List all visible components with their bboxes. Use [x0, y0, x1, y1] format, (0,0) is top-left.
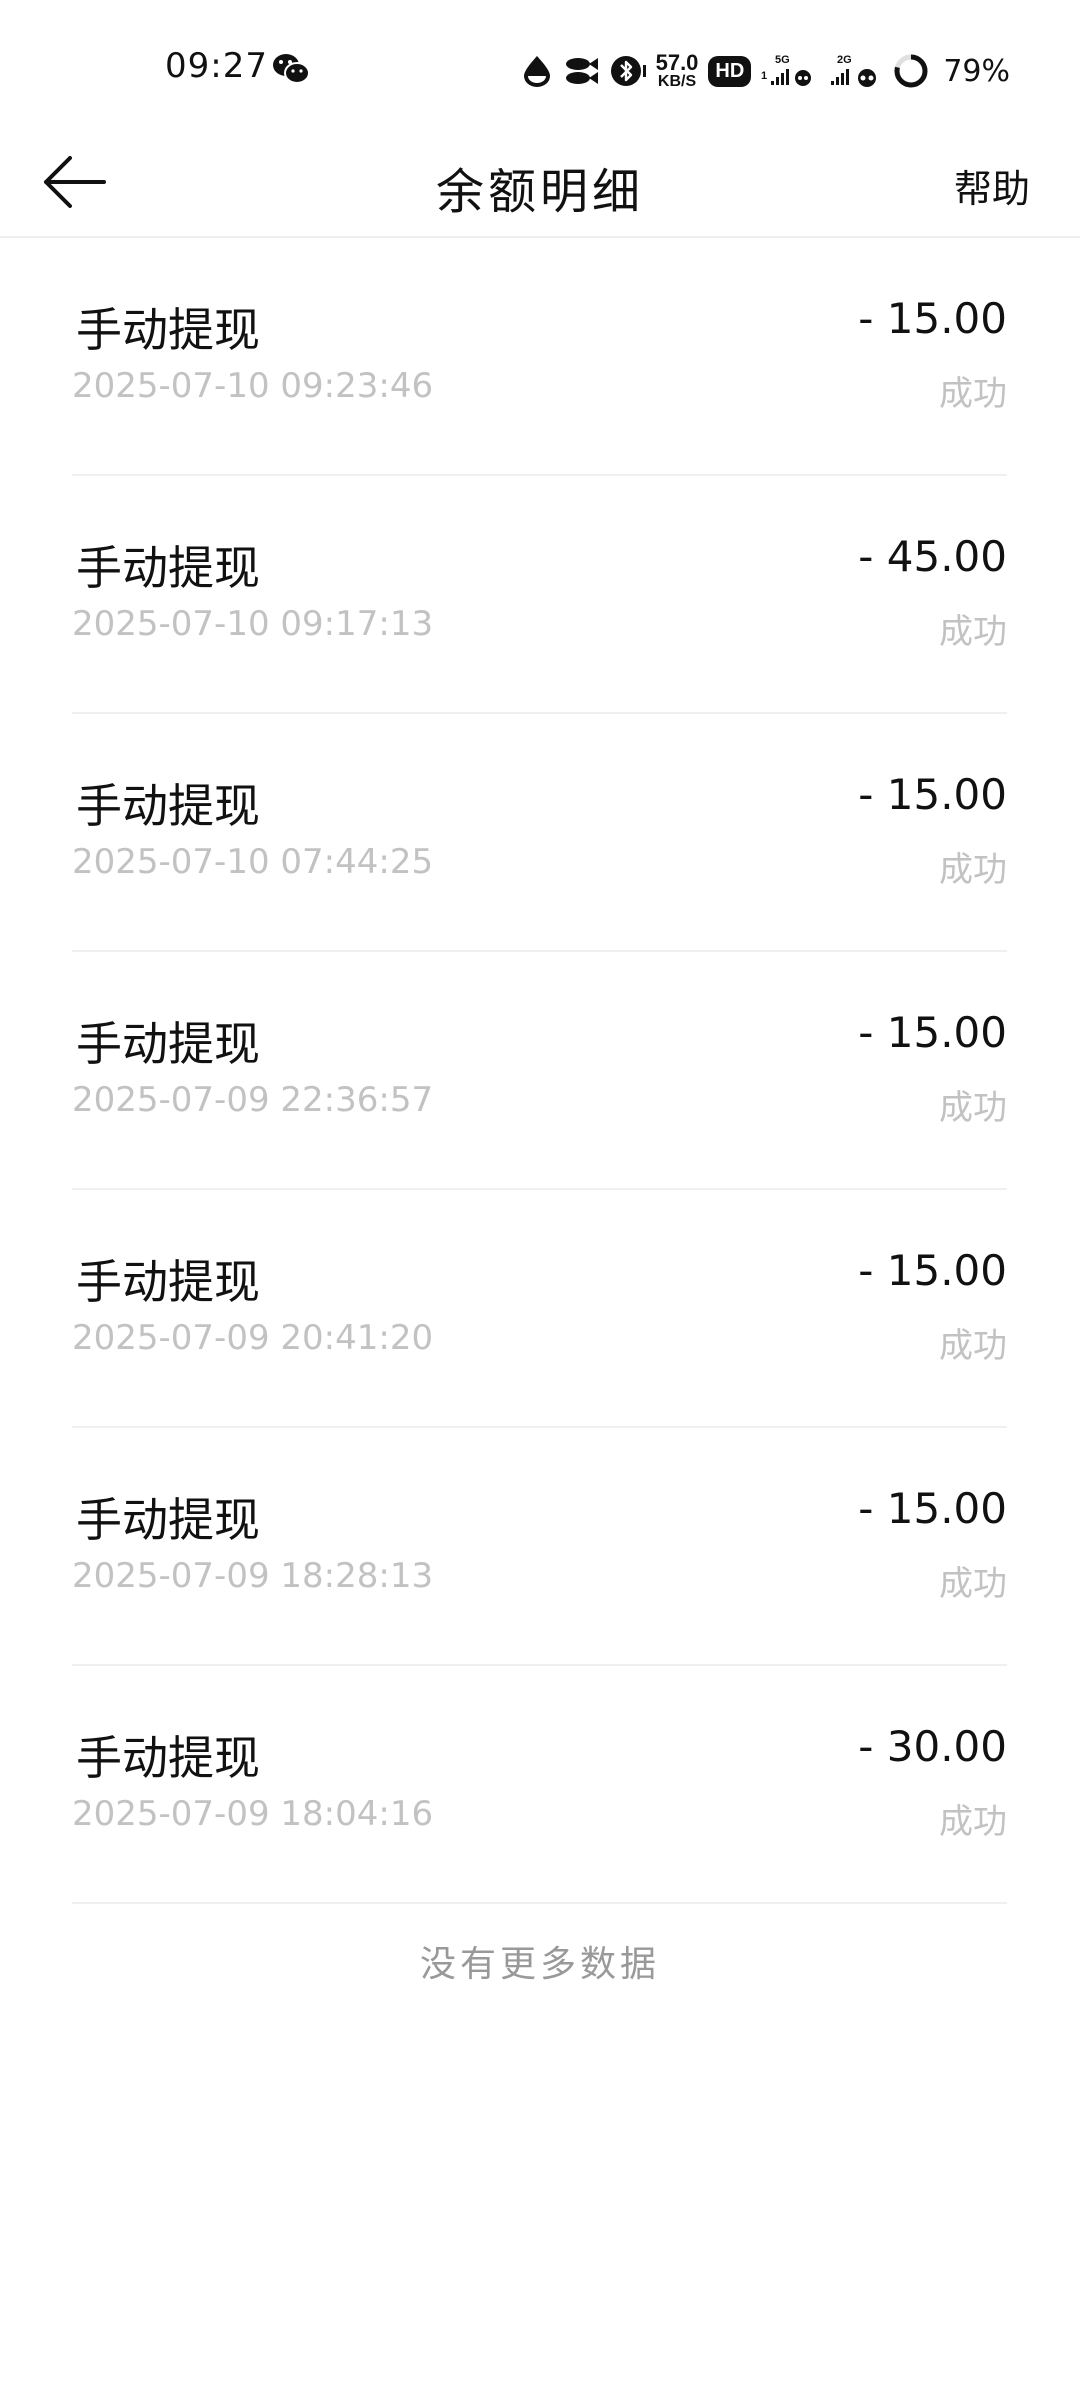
transaction-status: 成功 — [939, 1802, 1007, 1842]
net-speed: 57.0 KB/S — [656, 52, 699, 90]
status-time: 09:27 — [165, 46, 268, 86]
transaction-amount: - 15.00 — [858, 1484, 1007, 1533]
sim1-index: 1 — [761, 70, 767, 82]
transaction-row[interactable]: 手动提现 - 45.00 2025-07-10 09:17:13 成功 — [72, 476, 1007, 714]
transaction-amount: - 45.00 — [858, 532, 1007, 581]
help-button[interactable]: 帮助 — [954, 158, 1030, 213]
status-bar: 09:27 57.0 KB/S HD 5G 1 2G 79% — [0, 0, 1080, 130]
net-speed-value: 57.0 — [655, 50, 699, 75]
bluetooth-icon — [610, 53, 646, 89]
transaction-status: 成功 — [939, 374, 1007, 414]
transaction-amount: - 15.00 — [858, 1008, 1007, 1057]
transaction-amount: - 15.00 — [858, 294, 1007, 343]
battery-percentage: 79% — [943, 53, 1010, 89]
transaction-title: 手动提现 — [76, 541, 260, 595]
no-more-data-label: 没有更多数据 — [419, 1944, 660, 1985]
fish-icon — [562, 55, 600, 87]
transaction-status: 成功 — [939, 612, 1007, 652]
sim1-network-label: 5G — [775, 54, 790, 66]
status-icons: 57.0 KB/S HD 5G 1 2G 79% — [522, 46, 1010, 96]
transaction-row[interactable]: 手动提现 - 15.00 2025-07-10 09:23:46 成功 — [72, 238, 1007, 476]
signal-icon: 2G — [827, 53, 883, 89]
signal-icon: 5G 1 — [761, 53, 817, 89]
transaction-list: 手动提现 - 15.00 2025-07-10 09:23:46 成功 手动提现… — [72, 238, 1007, 1904]
transaction-status: 成功 — [939, 1326, 1007, 1366]
sim2-network-label: 2G — [837, 54, 852, 66]
transaction-row[interactable]: 手动提现 - 15.00 2025-07-09 22:36:57 成功 — [72, 952, 1007, 1190]
transaction-time: 2025-07-10 09:23:46 — [72, 366, 434, 406]
transaction-row[interactable]: 手动提现 - 15.00 2025-07-10 07:44:25 成功 — [72, 714, 1007, 952]
transaction-title: 手动提现 — [76, 303, 260, 357]
net-speed-unit: KB/S — [657, 73, 697, 90]
transaction-amount: - 15.00 — [858, 1246, 1007, 1295]
transaction-time: 2025-07-10 09:17:13 — [72, 604, 434, 644]
battery-ring-icon — [893, 53, 929, 89]
transaction-amount: - 30.00 — [858, 1722, 1007, 1771]
transaction-status: 成功 — [939, 1088, 1007, 1128]
drop-icon — [522, 54, 552, 88]
transaction-time: 2025-07-09 18:28:13 — [72, 1556, 434, 1596]
transaction-time: 2025-07-09 18:04:16 — [72, 1794, 434, 1834]
transaction-time: 2025-07-10 07:44:25 — [72, 842, 434, 882]
transaction-title: 手动提现 — [76, 1017, 260, 1071]
transaction-title: 手动提现 — [76, 1493, 260, 1547]
transaction-title: 手动提现 — [76, 779, 260, 833]
transaction-status: 成功 — [939, 850, 1007, 890]
hd-badge: HD — [708, 55, 752, 87]
transaction-time: 2025-07-09 22:36:57 — [72, 1080, 434, 1120]
transaction-status: 成功 — [939, 1564, 1007, 1604]
transaction-title: 手动提现 — [76, 1255, 260, 1309]
transaction-title: 手动提现 — [76, 1731, 260, 1785]
transaction-row[interactable]: 手动提现 - 30.00 2025-07-09 18:04:16 成功 — [72, 1666, 1007, 1904]
transaction-row[interactable]: 手动提现 - 15.00 2025-07-09 20:41:20 成功 — [72, 1190, 1007, 1428]
transaction-row[interactable]: 手动提现 - 15.00 2025-07-09 18:28:13 成功 — [72, 1428, 1007, 1666]
page-title: 余额明细 — [435, 164, 644, 220]
wechat-icon — [272, 52, 310, 86]
transaction-time: 2025-07-09 20:41:20 — [72, 1318, 434, 1358]
header: 余额明细 帮助 — [0, 130, 1080, 238]
transaction-amount: - 15.00 — [858, 770, 1007, 819]
